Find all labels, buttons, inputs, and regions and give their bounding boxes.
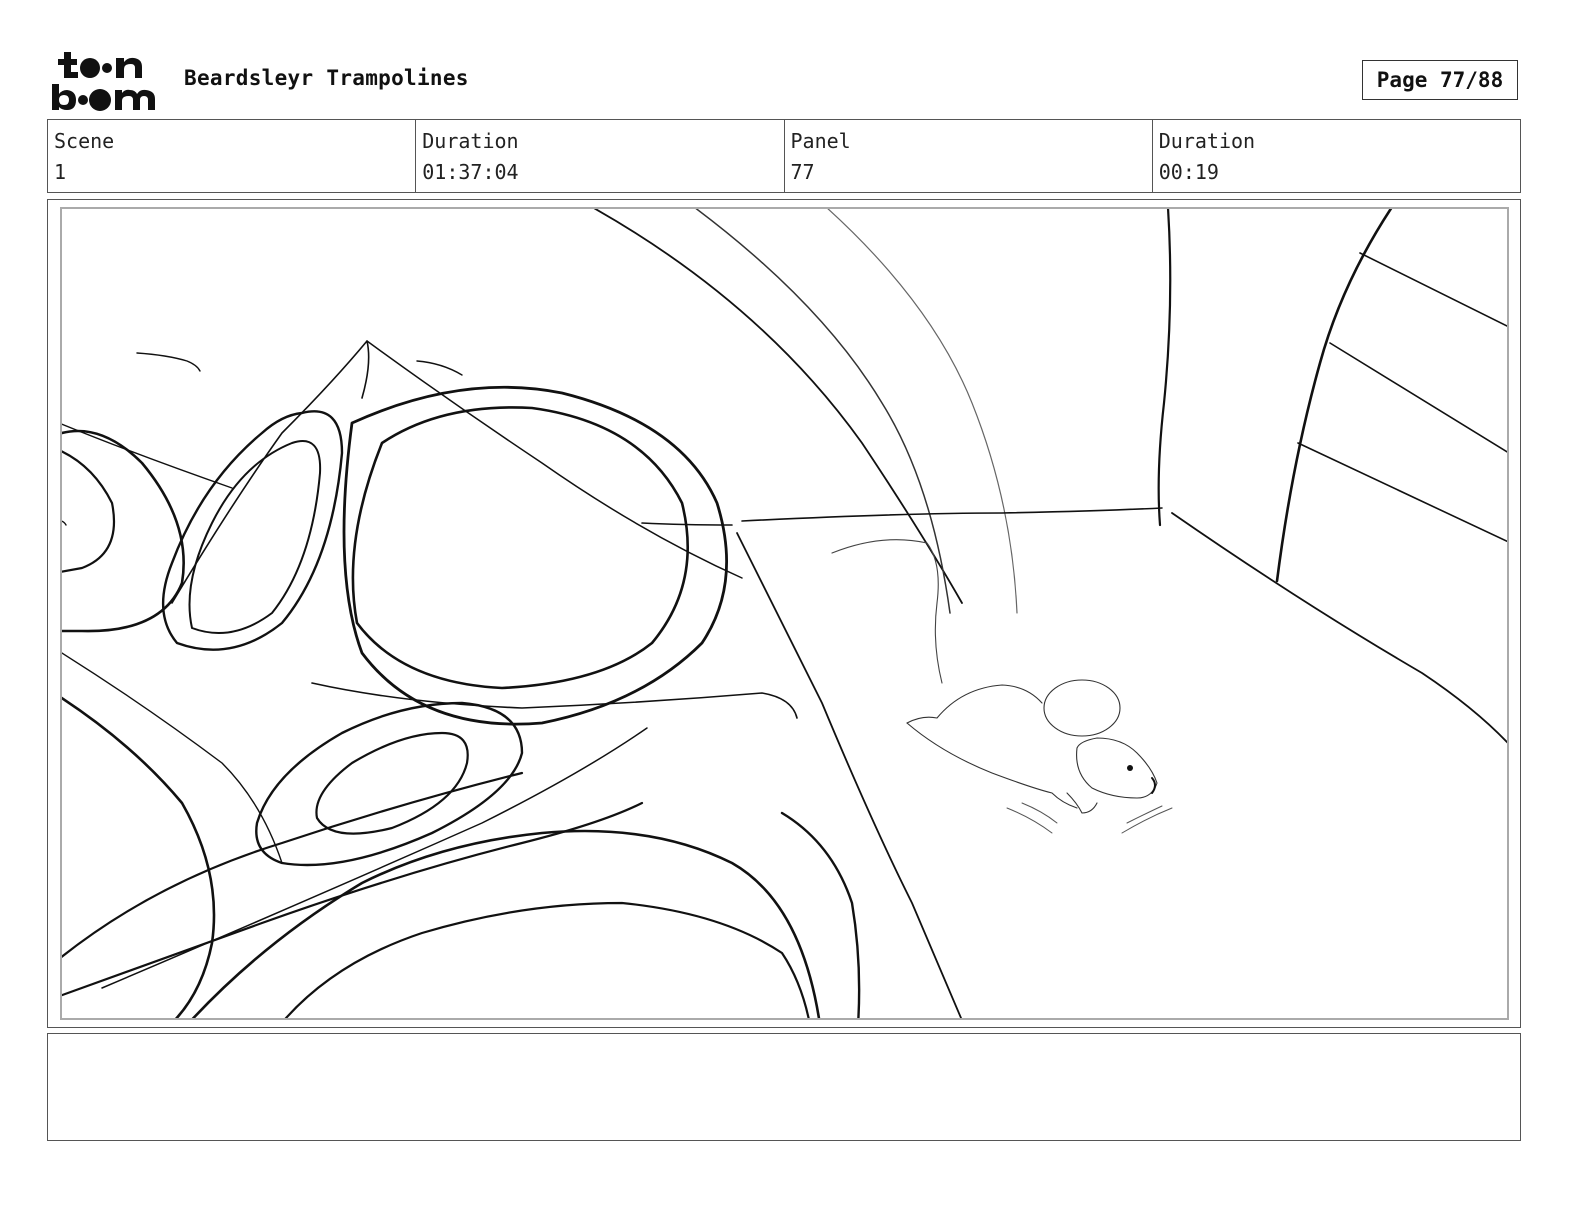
toon-boom-logo bbox=[50, 50, 162, 112]
project-title: Beardsleyr Trampolines bbox=[184, 66, 469, 90]
scene-duration-cell: Duration 01:37:04 bbox=[416, 120, 785, 192]
scene-duration-label: Duration bbox=[422, 129, 519, 153]
panel-frame bbox=[47, 199, 1521, 1028]
panel-duration-value: 00:19 bbox=[1158, 160, 1219, 184]
panel-drawing-area bbox=[60, 207, 1509, 1020]
info-table: Scene 1 Duration 01:37:04 Panel 77 Durat… bbox=[47, 119, 1521, 193]
panel-duration-cell: Duration 00:19 bbox=[1153, 120, 1520, 192]
panel-duration-label: Duration bbox=[1158, 129, 1256, 153]
scene-value: 1 bbox=[54, 160, 67, 184]
scene-label: Scene bbox=[54, 129, 115, 153]
storyboard-sketch bbox=[62, 209, 1507, 1018]
panel-cell: Panel 77 bbox=[785, 120, 1153, 192]
page-indicator: Page 77/88 bbox=[1362, 60, 1518, 100]
panel-value: 77 bbox=[790, 160, 815, 184]
panel-notes-box bbox=[47, 1033, 1521, 1141]
panel-label: Panel bbox=[790, 129, 851, 153]
scene-cell: Scene 1 bbox=[48, 120, 417, 192]
scene-duration-value: 01:37:04 bbox=[422, 160, 519, 184]
logo-graphic bbox=[52, 52, 155, 111]
